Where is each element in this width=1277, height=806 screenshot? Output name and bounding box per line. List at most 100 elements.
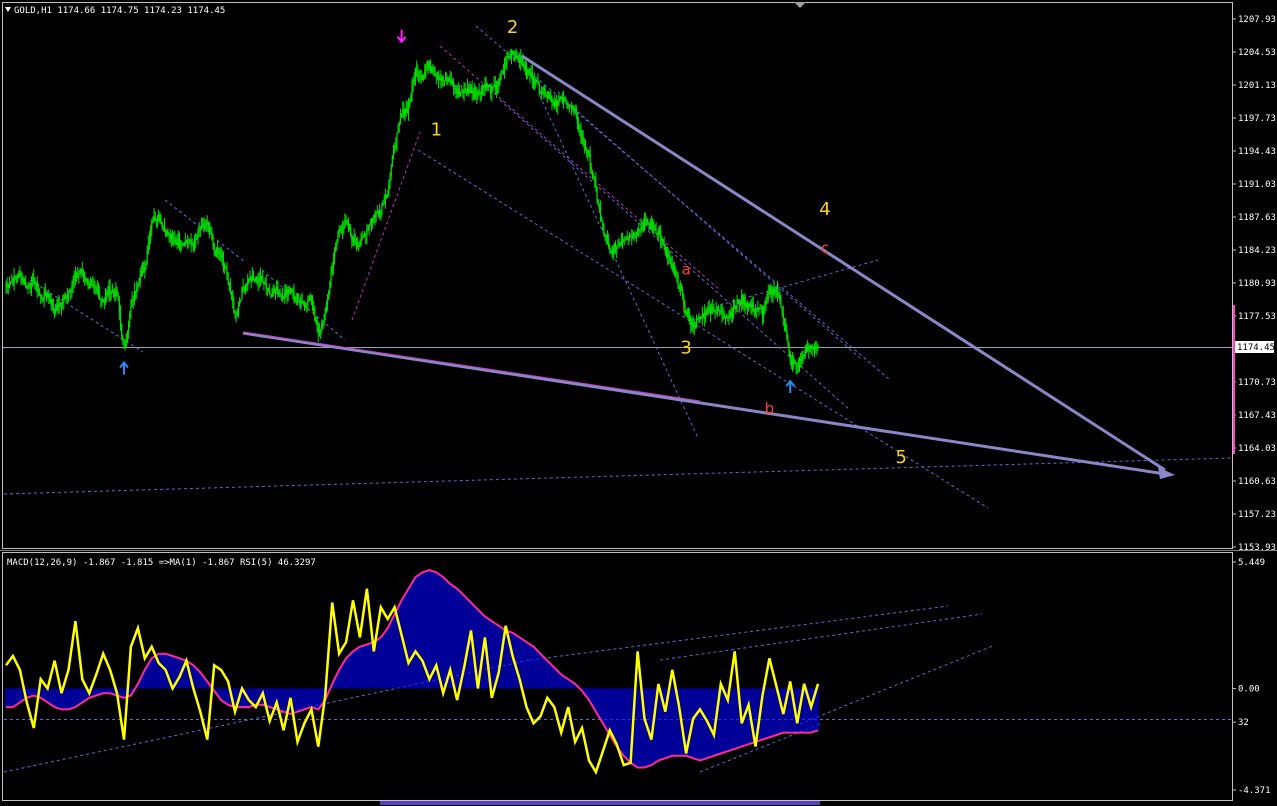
candle <box>682 286 684 301</box>
candle <box>712 298 714 315</box>
candle <box>286 286 288 304</box>
candle <box>21 272 23 285</box>
candle <box>140 265 142 278</box>
lower-trend-line[interactable] <box>242 331 1166 476</box>
candle <box>372 217 374 230</box>
candle <box>322 320 324 330</box>
candle <box>90 278 93 287</box>
candle <box>50 293 52 311</box>
candle <box>141 261 144 277</box>
trading-chart[interactable]: GOLD,H1 1174.66 1174.75 1174.23 1174.45 … <box>0 0 1277 806</box>
candle <box>405 100 407 117</box>
candle <box>604 232 606 242</box>
candle <box>233 296 235 314</box>
candle <box>413 71 415 86</box>
candle <box>743 294 745 312</box>
candle <box>656 232 658 240</box>
candle <box>309 292 311 302</box>
candle <box>320 328 322 340</box>
candle <box>724 315 727 326</box>
candle <box>737 298 739 304</box>
candle <box>638 222 640 238</box>
candle <box>72 275 74 294</box>
candle <box>100 298 102 308</box>
candle <box>221 249 223 267</box>
candle <box>495 80 498 98</box>
wave-label: c <box>821 239 829 257</box>
candle <box>462 89 464 99</box>
candle <box>580 122 582 145</box>
candle <box>710 302 713 314</box>
candle <box>387 189 389 199</box>
candle <box>42 297 44 303</box>
candle <box>395 137 397 150</box>
candle <box>56 298 58 312</box>
candle <box>477 89 479 101</box>
candle <box>162 225 164 232</box>
candle <box>359 239 361 248</box>
candle <box>729 309 731 320</box>
candle <box>648 221 650 232</box>
candle <box>643 212 646 232</box>
candle <box>564 96 566 101</box>
candle <box>300 294 302 311</box>
candle <box>367 225 369 231</box>
candle <box>74 266 77 286</box>
candle <box>285 283 287 298</box>
macd-histogram <box>5 570 819 768</box>
candle <box>368 223 370 236</box>
candle <box>776 280 779 303</box>
candle <box>41 294 43 303</box>
candle <box>813 342 816 358</box>
candle <box>530 65 532 79</box>
candle <box>147 235 149 255</box>
candle <box>283 296 285 300</box>
candle <box>560 95 562 100</box>
candle <box>280 293 282 301</box>
ind-dashed-line-3 <box>659 613 983 661</box>
header-dropdown-icon[interactable] <box>5 7 11 12</box>
upper-trend-line[interactable] <box>521 54 1166 472</box>
candle <box>749 301 751 309</box>
candle <box>338 225 340 238</box>
candle <box>355 237 358 252</box>
candle <box>800 352 802 368</box>
candle <box>230 290 233 300</box>
candle <box>812 346 814 351</box>
candle <box>499 73 501 86</box>
candle <box>816 341 818 356</box>
candle <box>84 271 86 286</box>
candle <box>664 244 666 256</box>
candle <box>471 80 473 102</box>
candle <box>95 284 97 295</box>
candle <box>273 285 275 294</box>
candle <box>658 225 661 236</box>
candle <box>581 129 583 144</box>
candle <box>728 310 730 325</box>
candle <box>642 218 644 233</box>
candle <box>258 271 260 288</box>
candle <box>760 304 762 314</box>
candle <box>169 229 171 244</box>
candle <box>713 303 715 313</box>
candle <box>259 267 262 287</box>
candle <box>392 144 395 160</box>
candle <box>225 265 227 270</box>
candle <box>381 202 383 218</box>
candle <box>731 307 734 324</box>
candle <box>205 219 207 232</box>
candle <box>281 288 284 303</box>
bottom-scroll-bar[interactable] <box>380 801 820 805</box>
candle <box>779 288 781 305</box>
indicator-tick-label: 5.449 <box>1238 558 1265 568</box>
candle <box>65 294 67 303</box>
candle <box>177 230 179 249</box>
candle <box>676 270 678 283</box>
candle <box>276 280 278 295</box>
candle <box>232 289 234 309</box>
chart-canvas[interactable]: GOLD,H1 1174.66 1174.75 1174.23 1174.45 … <box>0 0 1277 806</box>
price-tick-label: 1153.93 <box>1238 543 1276 553</box>
candle <box>47 291 49 299</box>
candle <box>557 100 559 115</box>
wedge-trend-lines <box>242 54 1166 476</box>
